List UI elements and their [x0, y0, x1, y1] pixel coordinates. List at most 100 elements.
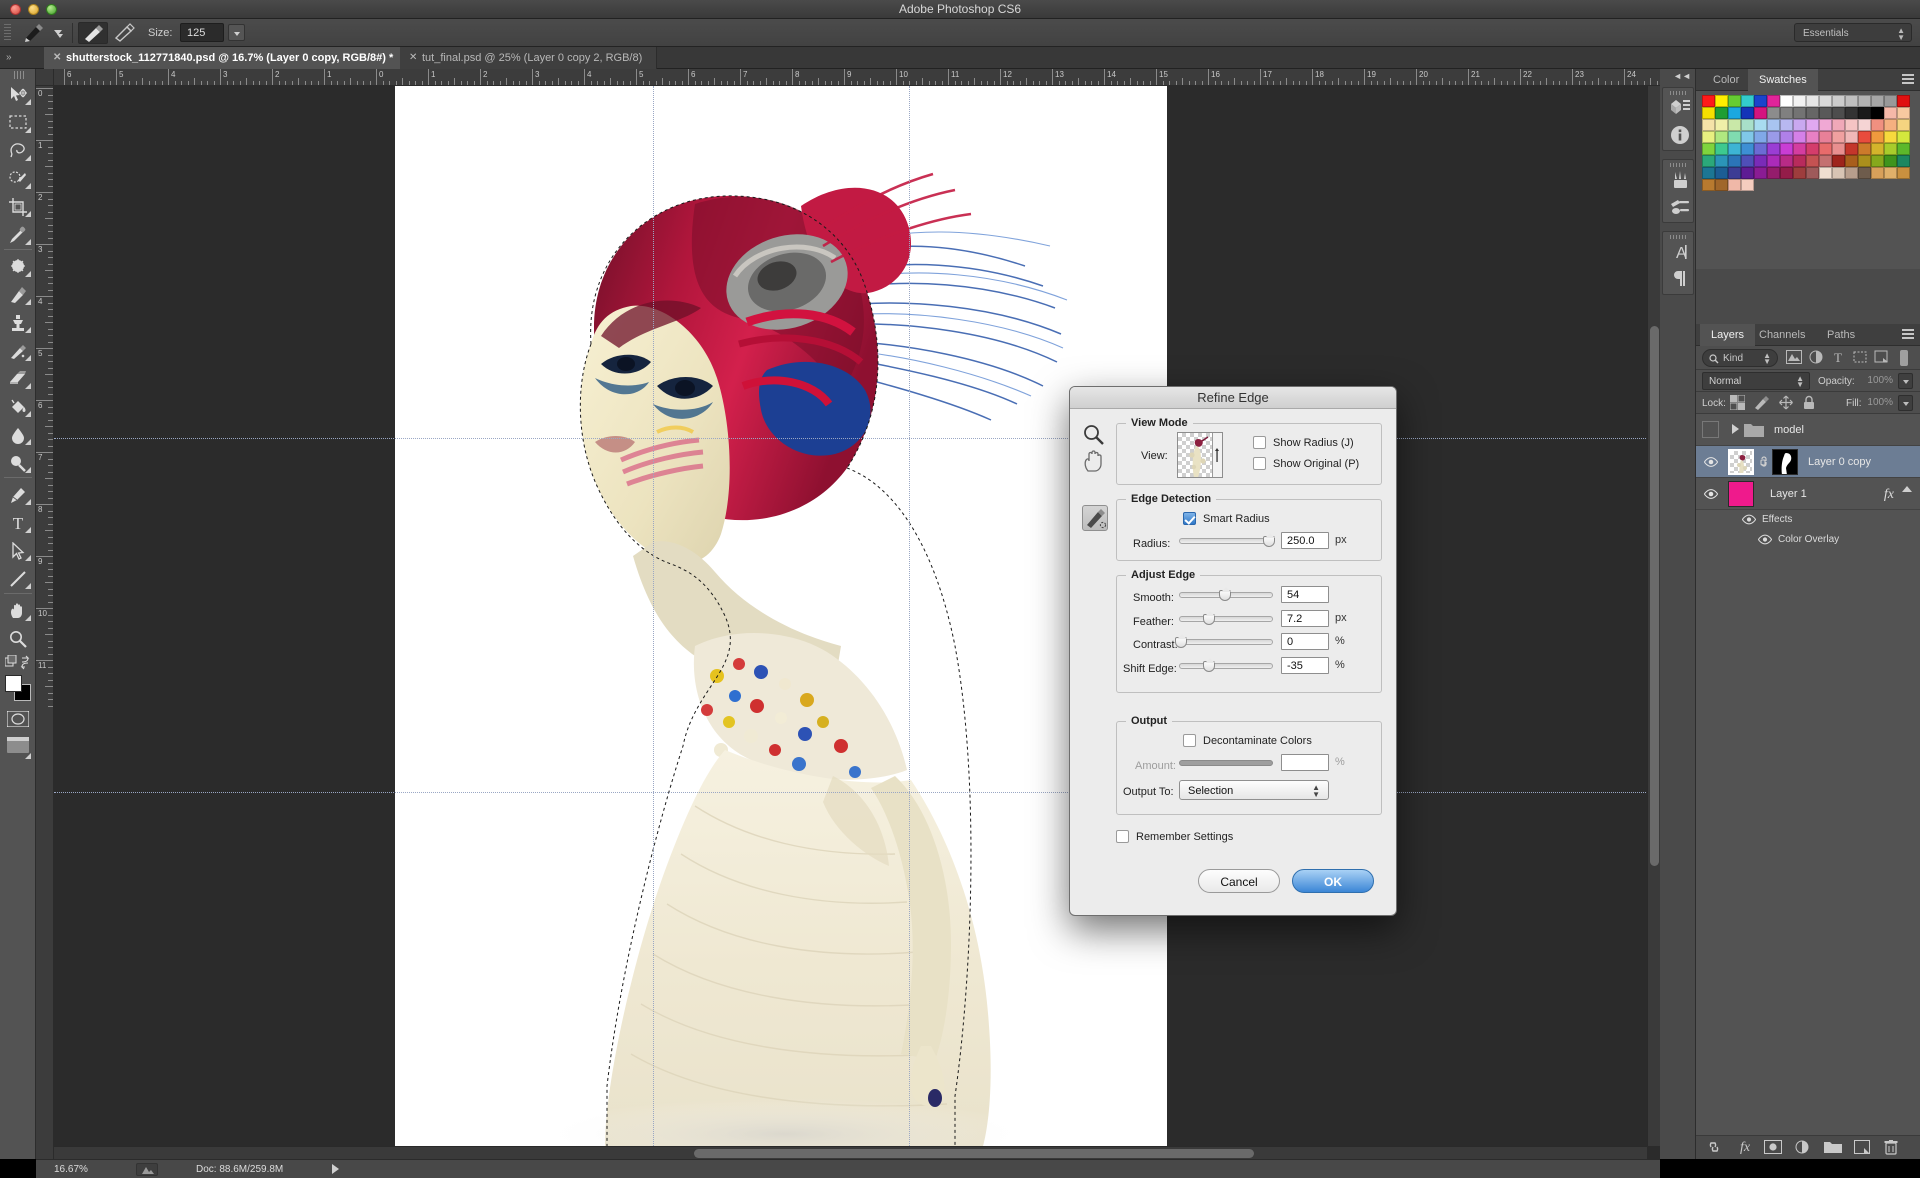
swatch-110[interactable]	[1884, 167, 1897, 179]
add-layer-mask-icon[interactable]	[1764, 1140, 1786, 1156]
radius-input[interactable]: 250.0	[1281, 532, 1329, 549]
swatch-58[interactable]	[1832, 131, 1845, 143]
swatch-91[interactable]	[1845, 155, 1858, 167]
new-group-icon[interactable]	[1824, 1140, 1846, 1156]
contrast-slider[interactable]	[1179, 639, 1273, 645]
brush-preset-picker[interactable]	[22, 23, 50, 43]
eye-icon[interactable]	[1704, 456, 1718, 468]
swatch-47[interactable]	[1897, 119, 1910, 131]
panel-menu-icon[interactable]	[1900, 329, 1914, 340]
swatch-8[interactable]	[1806, 95, 1819, 107]
swatch-102[interactable]	[1780, 167, 1793, 179]
horizontal-type-tool[interactable]: T	[2, 509, 34, 536]
panel-menu-icon[interactable]	[1900, 74, 1914, 85]
vertical-ruler[interactable]: 0 1 2 3 4 5 6 7 8 9 10 11	[36, 86, 54, 1159]
spot-healing-brush-tool[interactable]	[2, 253, 34, 280]
swatch-88[interactable]	[1806, 155, 1819, 167]
swatch-12[interactable]	[1858, 95, 1871, 107]
layer-mask-thumbnail[interactable]	[1772, 449, 1798, 475]
lasso-tool[interactable]	[2, 137, 34, 164]
brush-preset-dropdown-icon[interactable]	[52, 27, 64, 39]
swatch-30[interactable]	[1884, 107, 1897, 119]
swatch-98[interactable]	[1728, 167, 1741, 179]
filter-toggle-switch[interactable]	[1898, 350, 1912, 366]
swatch-61[interactable]	[1871, 131, 1884, 143]
swatch-85[interactable]	[1767, 155, 1780, 167]
swatch-37[interactable]	[1767, 119, 1780, 131]
view-mode-dropdown-icon[interactable]	[1212, 447, 1222, 465]
swatch-69[interactable]	[1767, 143, 1780, 155]
filter-type-layers-icon[interactable]: T	[1830, 350, 1847, 366]
eyedropper-tool[interactable]	[2, 221, 34, 248]
swatch-95[interactable]	[1897, 155, 1910, 167]
tools-panel-grip[interactable]	[14, 71, 24, 79]
swatch-86[interactable]	[1780, 155, 1793, 167]
tab-swatches[interactable]: Swatches	[1748, 69, 1818, 91]
swatch-17[interactable]	[1715, 107, 1728, 119]
swatch-9[interactable]	[1819, 95, 1832, 107]
document-tab-1[interactable]: ✕ shutterstock_112771840.psd @ 16.7% (La…	[44, 47, 409, 69]
lock-transparent-pixels-icon[interactable]	[1729, 394, 1747, 411]
zoom-level-field[interactable]: 16.67%	[54, 1164, 88, 1175]
swatch-57[interactable]	[1819, 131, 1832, 143]
document-tab-2[interactable]: ✕ tut_final.psd @ 25% (Layer 0 copy 2, R…	[400, 47, 658, 69]
eye-icon[interactable]	[1742, 514, 1756, 525]
close-tab-icon[interactable]: ✕	[409, 47, 417, 69]
workspace-selector[interactable]: Essentials ▲ ▼	[1794, 23, 1912, 42]
pen-tool[interactable]	[2, 481, 34, 508]
feather-slider[interactable]	[1179, 616, 1273, 622]
foreground-color-swatch[interactable]	[5, 675, 22, 692]
hand-tool-icon[interactable]	[1082, 449, 1108, 475]
ruler-origin-corner[interactable]	[36, 69, 54, 86]
swatch-112[interactable]	[1702, 179, 1715, 191]
new-adjustment-layer-icon[interactable]	[1794, 1140, 1816, 1156]
swatch-100[interactable]	[1754, 167, 1767, 179]
history-brush-tool[interactable]	[2, 337, 34, 364]
swatch-74[interactable]	[1832, 143, 1845, 155]
lock-position-icon[interactable]	[1778, 395, 1795, 411]
list-item[interactable]: Color Overlay	[1696, 530, 1920, 550]
horizontal-guide-1[interactable]	[54, 438, 1660, 439]
table-row[interactable]: Layer 1 fx	[1696, 478, 1920, 510]
shift-edge-input[interactable]: -35	[1281, 657, 1329, 674]
layer-style-fx-icon[interactable]: fx	[1734, 1140, 1756, 1156]
brush-panel-icon[interactable]	[1667, 196, 1693, 222]
swatches-grid[interactable]	[1702, 95, 1912, 191]
delete-layer-icon[interactable]	[1884, 1140, 1906, 1156]
swatch-72[interactable]	[1806, 143, 1819, 155]
swatch-71[interactable]	[1793, 143, 1806, 155]
airbrush-toggle-button[interactable]	[78, 22, 108, 44]
brush-presets-icon[interactable]	[1667, 170, 1693, 196]
swatch-80[interactable]	[1702, 155, 1715, 167]
paragraph-panel-icon[interactable]	[1667, 268, 1693, 294]
swatch-39[interactable]	[1793, 119, 1806, 131]
refine-edge-dialog[interactable]: Refine Edge View Mode View: Show Radius	[1069, 386, 1397, 916]
dodge-tool[interactable]	[2, 449, 34, 476]
swatch-34[interactable]	[1728, 119, 1741, 131]
character-panel-icon[interactable]: A	[1667, 242, 1693, 268]
group-visibility-toggle[interactable]	[1702, 421, 1719, 438]
swatch-5[interactable]	[1767, 95, 1780, 107]
radius-slider[interactable]	[1179, 538, 1273, 544]
swatch-63[interactable]	[1897, 131, 1910, 143]
swatch-104[interactable]	[1806, 167, 1819, 179]
swatch-111[interactable]	[1897, 167, 1910, 179]
zoom-tool-icon[interactable]	[1082, 423, 1108, 449]
layer-name-label[interactable]: Layer 0 copy	[1808, 456, 1871, 468]
swatch-7[interactable]	[1793, 95, 1806, 107]
swatch-109[interactable]	[1871, 167, 1884, 179]
swatch-21[interactable]	[1767, 107, 1780, 119]
filter-adjustment-layers-icon[interactable]	[1808, 350, 1825, 366]
swatch-20[interactable]	[1754, 107, 1767, 119]
path-selection-tool[interactable]	[2, 537, 34, 564]
brush-panel-toggle-button[interactable]	[110, 22, 140, 44]
swatch-81[interactable]	[1715, 155, 1728, 167]
chevron-up-icon[interactable]	[1902, 486, 1912, 492]
line-tool[interactable]	[2, 565, 34, 592]
swatch-56[interactable]	[1806, 131, 1819, 143]
swatch-78[interactable]	[1884, 143, 1897, 155]
smooth-slider-knob[interactable]	[1219, 587, 1231, 601]
swatch-14[interactable]	[1884, 95, 1897, 107]
swatch-10[interactable]	[1832, 95, 1845, 107]
brush-size-field[interactable]: 125	[180, 23, 224, 42]
